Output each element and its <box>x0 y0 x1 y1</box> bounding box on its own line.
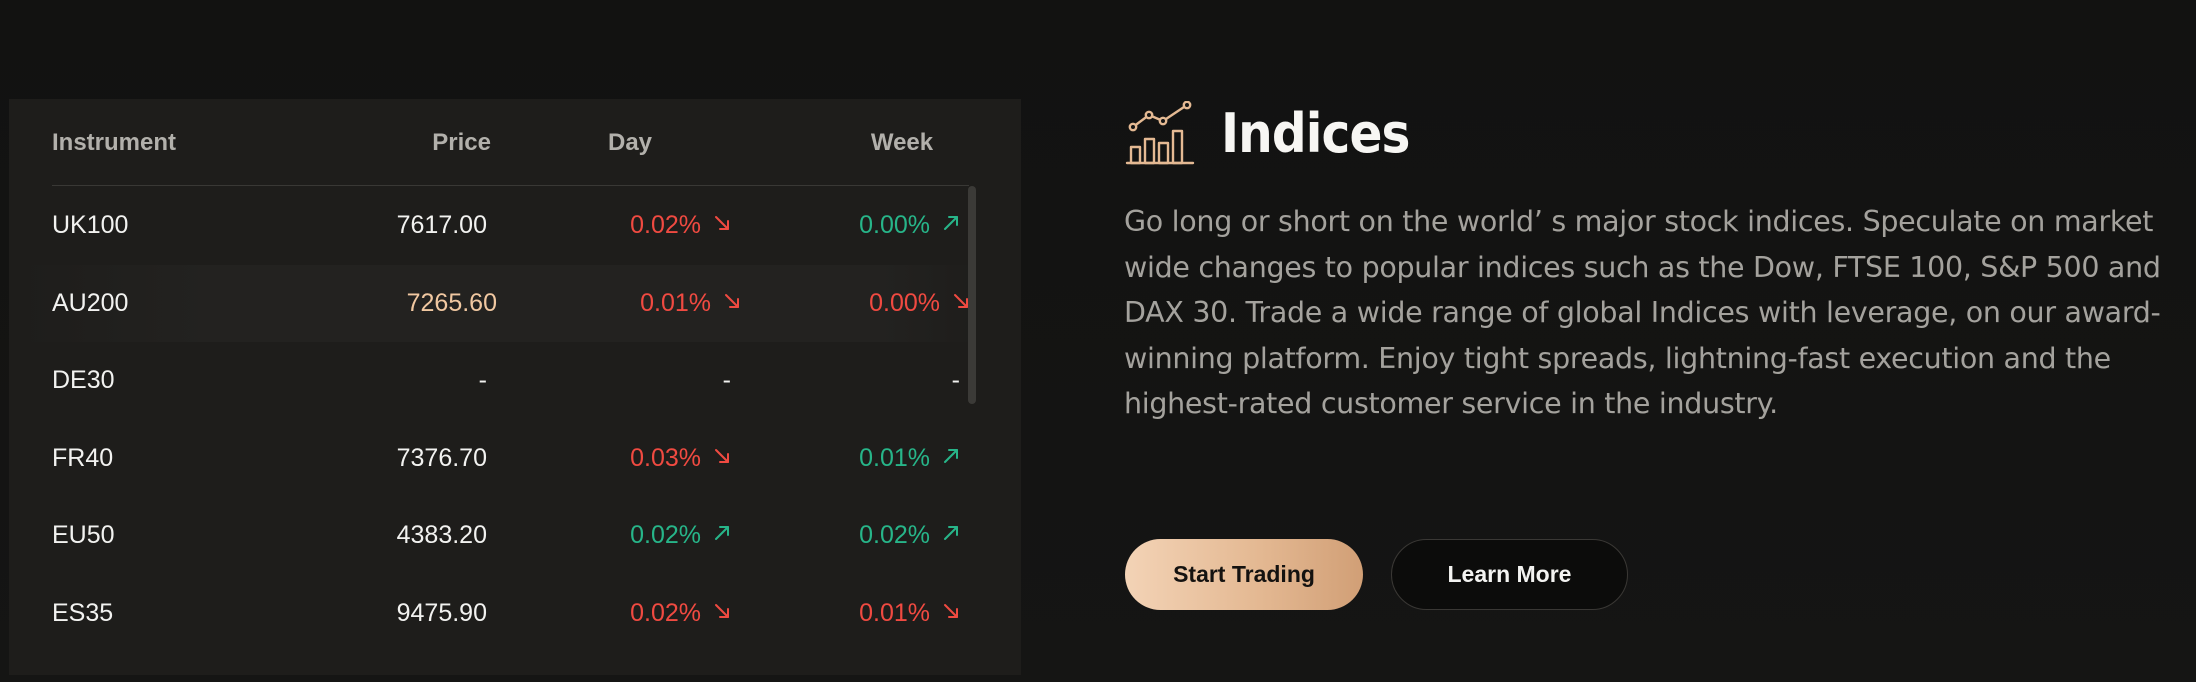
week-change: 0.02% <box>859 497 960 575</box>
section-title: Indices <box>1221 101 1410 165</box>
instrument-name: AU200 <box>52 288 129 317</box>
week-change: 0.00% <box>869 265 970 343</box>
week-change: - <box>952 342 960 420</box>
day-change: 0.02% <box>630 187 731 265</box>
day-change: - <box>723 342 731 420</box>
table-row[interactable]: ES35 9475.90 0.02% 0.01% <box>9 575 1021 653</box>
day-change: 0.02% <box>630 497 731 575</box>
instrument-price: 9475.90 <box>396 598 487 627</box>
instrument-name: EU50 <box>52 521 115 549</box>
day-change: 0.02% <box>630 575 731 653</box>
header-week: Week <box>870 129 934 156</box>
week-change: 0.01% <box>859 420 960 498</box>
table-body[interactable]: UK100 7617.00 0.02% 0.00% AU200 7265.60 … <box>9 187 1021 652</box>
arrow-down-right-icon <box>715 216 729 231</box>
header-instrument: Instrument <box>52 129 177 156</box>
table-scrollbar[interactable] <box>968 186 976 404</box>
table-row[interactable]: UK100 7617.00 0.02% 0.00% <box>9 187 1021 265</box>
table-row[interactable]: FR40 7376.70 0.03% 0.01% <box>9 420 1021 498</box>
day-change: 0.01% <box>640 265 741 343</box>
arrow-down-right-icon <box>725 293 739 308</box>
instrument-price: 7617.00 <box>396 211 487 239</box>
week-change-value: 0.00% <box>859 211 930 239</box>
table-row[interactable]: AU200 7265.60 0.01% 0.00% <box>19 264 977 343</box>
day-change-value: 0.02% <box>630 598 701 627</box>
table-header: Instrument Price Day Week <box>52 129 969 186</box>
rising-bar-chart-icon <box>1125 101 1195 165</box>
day-change-value: 0.02% <box>630 521 701 549</box>
instrument-price: 7265.60 <box>406 288 497 317</box>
day-change-value: 0.01% <box>640 288 711 317</box>
week-change-value: - <box>951 366 960 394</box>
instrument-table-panel: Instrument Price Day Week UK100 7617.00 … <box>9 99 1021 675</box>
section-description: Go long or short on the world’ s major s… <box>1124 205 2161 420</box>
instrument-name: ES35 <box>52 598 114 627</box>
day-change: 0.03% <box>630 420 731 498</box>
week-change-value: 0.02% <box>859 521 930 549</box>
arrow-up-right-icon <box>944 448 958 463</box>
table-row[interactable]: DE30 - - - <box>9 342 1021 420</box>
week-change: 0.00% <box>859 187 960 265</box>
instrument-name: FR40 <box>52 443 114 472</box>
section-heading: Indices <box>1125 98 1430 168</box>
instrument-price: 4383.20 <box>396 521 487 549</box>
week-change: 0.01% <box>859 575 960 653</box>
arrow-down-right-icon <box>715 603 729 618</box>
day-change-value: 0.03% <box>630 443 701 472</box>
instrument-price: - <box>478 366 487 394</box>
arrow-up-right-icon <box>715 526 729 541</box>
arrow-up-right-icon <box>944 216 958 231</box>
day-change-value: - <box>722 366 731 394</box>
instrument-price: 7376.70 <box>396 443 487 472</box>
day-change-value: 0.02% <box>630 211 701 239</box>
table-row[interactable]: EU50 4383.20 0.02% 0.02% <box>9 497 1021 575</box>
arrow-down-right-icon <box>715 448 729 463</box>
start-trading-button[interactable]: Start Trading <box>1125 539 1363 610</box>
header-price: Price <box>432 129 491 156</box>
instrument-name: UK100 <box>52 211 129 239</box>
instrument-name: DE30 <box>52 366 115 394</box>
week-change-value: 0.00% <box>869 288 940 317</box>
indices-page: Instrument Price Day Week UK100 7617.00 … <box>0 0 2196 682</box>
arrow-up-right-icon <box>944 526 958 541</box>
header-day: Day <box>607 129 653 156</box>
arrow-down-right-icon <box>944 603 958 618</box>
learn-more-button[interactable]: Learn More <box>1391 539 1628 610</box>
week-change-value: 0.01% <box>859 598 930 627</box>
week-change-value: 0.01% <box>859 443 930 472</box>
